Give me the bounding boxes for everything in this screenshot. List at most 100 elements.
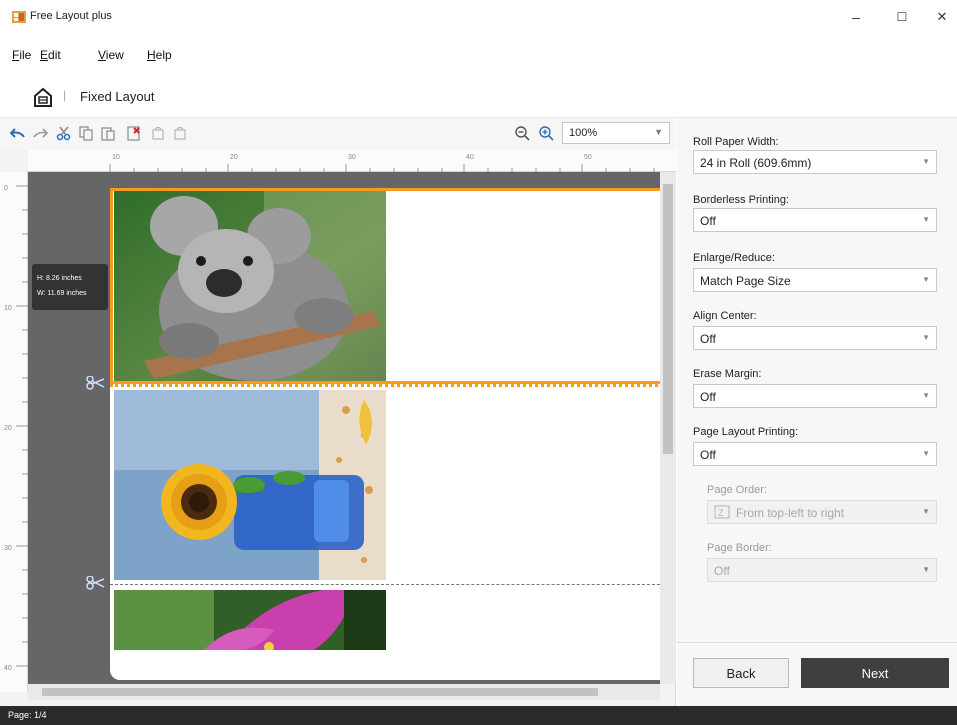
paste-button[interactable]: [98, 123, 118, 143]
zoom-in-button[interactable]: [536, 123, 556, 143]
chevron-down-icon: ▼: [922, 157, 930, 166]
photo-sunflower[interactable]: [114, 390, 386, 580]
chevron-down-icon: ▼: [922, 215, 930, 224]
ruler-v-label: 0: [4, 185, 8, 192]
page-order-value: From top-left to right: [736, 506, 845, 520]
photo-flower[interactable]: [114, 590, 386, 652]
paste-icon: [101, 127, 115, 141]
erase-margin-select[interactable]: Off ▼: [693, 384, 937, 408]
back-button[interactable]: Back: [693, 658, 789, 688]
borderless-printing-value: Off: [700, 214, 716, 228]
horizontal-scrollbar[interactable]: [28, 684, 660, 700]
flower-photo-icon: [114, 590, 386, 652]
undo-icon: [10, 128, 25, 138]
menu-help[interactable]: Help: [147, 48, 172, 62]
menu-edit[interactable]: Edit: [40, 48, 61, 62]
svg-text:Z: Z: [718, 508, 724, 518]
ruler-h-label: 50: [584, 154, 592, 161]
back-button-label: Back: [726, 665, 756, 681]
roll-paper-preview: [110, 188, 660, 680]
horizontal-scroll-thumb[interactable]: [42, 688, 598, 696]
zoom-level-select[interactable]: 100% ▼: [562, 122, 670, 144]
menu-view-label: iew: [105, 48, 124, 62]
page-layout-printing-select[interactable]: Off ▼: [693, 442, 937, 466]
layout-canvas[interactable]: H: 8.26 inches W: 11.69 inches: [28, 172, 660, 684]
menu-file-label: ile: [19, 48, 32, 62]
cut-line-selected: [110, 384, 660, 387]
erase-margin-value: Off: [700, 390, 716, 404]
roll-paper-width-select[interactable]: 24 in Roll (609.6mm) ▼: [693, 150, 937, 174]
ruler-h-label: 20: [230, 154, 238, 161]
breadcrumb-separator: |: [63, 88, 67, 102]
cut-icon: [56, 126, 71, 141]
ruler-v-label: 40: [4, 665, 12, 672]
menu-view-mnemonic: V: [98, 48, 106, 62]
title-bar: Free Layout plus – ☐ ✕: [0, 0, 957, 34]
page-order-label: Page Order:: [707, 484, 767, 496]
minimize-button[interactable]: –: [846, 8, 866, 26]
cut-marker-button[interactable]: [86, 375, 106, 393]
page-order-icon: Z: [714, 505, 730, 522]
zoom-out-icon: [515, 126, 530, 141]
home-icon: [34, 87, 52, 107]
vertical-scrollbar[interactable]: [660, 172, 676, 684]
enlarge-reduce-select[interactable]: Match Page Size ▼: [693, 268, 937, 292]
zoom-out-button[interactable]: [512, 123, 532, 143]
align-center-label: Align Center:: [693, 310, 757, 322]
photo-koala[interactable]: [114, 191, 386, 381]
ruler-h-label: 10: [112, 154, 120, 161]
undo-button[interactable]: [8, 123, 28, 143]
zoom-in-icon: [539, 126, 554, 141]
copy-button[interactable]: [76, 123, 96, 143]
ruler-h-label: 40: [466, 154, 474, 161]
status-bar: Page: 1/4: [0, 706, 957, 725]
cut-button[interactable]: [54, 123, 74, 143]
menu-edit-mnemonic: E: [40, 48, 49, 62]
size-tooltip: H: 8.26 inches W: 11.69 inches: [32, 264, 108, 310]
menu-edit-label: dit: [48, 48, 61, 62]
roll-paper-width-label: Roll Paper Width:: [693, 136, 779, 148]
maximize-button[interactable]: ☐: [892, 8, 912, 26]
page-border-value: Off: [714, 564, 730, 578]
ruler-h-label: 30: [348, 154, 356, 161]
rotate-right-button[interactable]: [170, 123, 190, 143]
menu-file[interactable]: File: [12, 48, 31, 62]
vertical-scroll-thumb[interactable]: [663, 184, 673, 454]
rotate-left-button[interactable]: [148, 123, 168, 143]
print-settings-panel: Roll Paper Width: 24 in Roll (609.6mm) ▼ …: [677, 118, 957, 706]
close-button[interactable]: ✕: [932, 8, 952, 26]
next-button[interactable]: Next: [801, 658, 949, 688]
window-title: Free Layout plus: [30, 10, 112, 22]
redo-button[interactable]: [30, 123, 50, 143]
chevron-down-icon: ▼: [922, 565, 930, 574]
panel-divider: [677, 642, 957, 643]
page-border-select[interactable]: Off ▼: [707, 558, 937, 582]
borderless-printing-label: Borderless Printing:: [693, 194, 789, 206]
zoom-level-value: 100%: [569, 127, 598, 139]
menu-help-mnemonic: H: [147, 48, 156, 62]
size-tooltip-height: H: 8.26 inches: [37, 275, 82, 282]
page-layout-printing-label: Page Layout Printing:: [693, 426, 799, 438]
ruler-v-label: 30: [4, 545, 12, 552]
size-tooltip-width: W: 11.69 inches: [37, 290, 87, 297]
breadcrumb: | Fixed Layout: [0, 74, 957, 118]
borderless-printing-select[interactable]: Off ▼: [693, 208, 937, 232]
chevron-down-icon: ▼: [922, 333, 930, 342]
cut-marker-button[interactable]: [86, 575, 106, 593]
align-center-select[interactable]: Off ▼: [693, 326, 937, 350]
rotate-right-icon: [174, 126, 186, 140]
rotate-left-icon: [152, 126, 164, 140]
delete-icon: [127, 126, 140, 141]
chevron-down-icon: ▼: [922, 449, 930, 458]
horizontal-ruler-ticks: 10 20 30 40 50: [109, 154, 655, 172]
page-layout-printing-value: Off: [700, 448, 716, 462]
breadcrumb-current: Fixed Layout: [80, 89, 155, 104]
chevron-down-icon: ▼: [922, 391, 930, 400]
vertical-ruler-ticks: 0 10 20 30 40: [4, 185, 28, 672]
editor-toolbar: 100% ▼: [0, 118, 676, 150]
menu-view[interactable]: View: [98, 48, 124, 62]
delete-button[interactable]: [124, 123, 144, 143]
page-order-select[interactable]: Z From top-left to right ▼: [707, 500, 937, 524]
chevron-down-icon: ▼: [922, 507, 930, 516]
home-button[interactable]: [32, 86, 54, 108]
